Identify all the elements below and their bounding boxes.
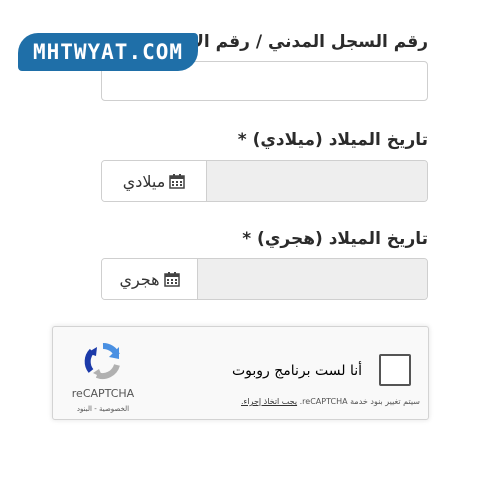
gregorian-calendar-addon[interactable]: ميلادي	[102, 161, 207, 201]
recaptcha-logo-icon	[84, 343, 120, 380]
gregorian-dob-field[interactable]: ميلادي	[101, 160, 428, 202]
recaptcha-widget: reCAPTCHA الخصوصية - البنود أنا لست برنا…	[52, 326, 429, 420]
recaptcha-links: الخصوصية - البنود	[63, 405, 143, 413]
hijri-calendar-addon[interactable]: هجري	[102, 259, 198, 299]
hijri-dob-field[interactable]: هجري	[101, 258, 428, 300]
notice-text: سيتم تغيير بنود خدمة reCAPTCHA.	[299, 397, 420, 406]
recaptcha-logo-area: reCAPTCHA الخصوصية - البنود	[63, 341, 143, 413]
links-separator: -	[94, 405, 97, 413]
watermark-text: MHTWYAT.COM	[32, 40, 184, 64]
calendar-icon	[163, 272, 180, 287]
terms-link[interactable]: البنود	[77, 405, 92, 413]
recaptcha-brand: reCAPTCHA	[71, 387, 135, 400]
recaptcha-notice: سيتم تغيير بنود خدمة reCAPTCHA. يجب اتخا…	[241, 397, 420, 406]
not-robot-label: أنا لست برنامج روبوت	[231, 363, 362, 379]
calendar-icon	[169, 174, 186, 189]
gregorian-dob-input[interactable]	[207, 161, 427, 201]
hijri-dob-input[interactable]	[198, 259, 427, 299]
gregorian-dob-label: تاريخ الميلاد (ميلادي) *	[237, 130, 428, 150]
not-robot-checkbox[interactable]	[379, 354, 411, 386]
site-watermark: MHTWYAT.COM	[18, 33, 198, 71]
notice-action-link[interactable]: يجب اتخاذ إجراء.	[241, 397, 297, 406]
privacy-link[interactable]: الخصوصية	[99, 405, 129, 413]
gregorian-addon-label: ميلادي	[122, 171, 166, 191]
hijri-addon-label: هجري	[119, 269, 160, 289]
hijri-dob-label: تاريخ الميلاد (هجري) *	[242, 229, 428, 249]
